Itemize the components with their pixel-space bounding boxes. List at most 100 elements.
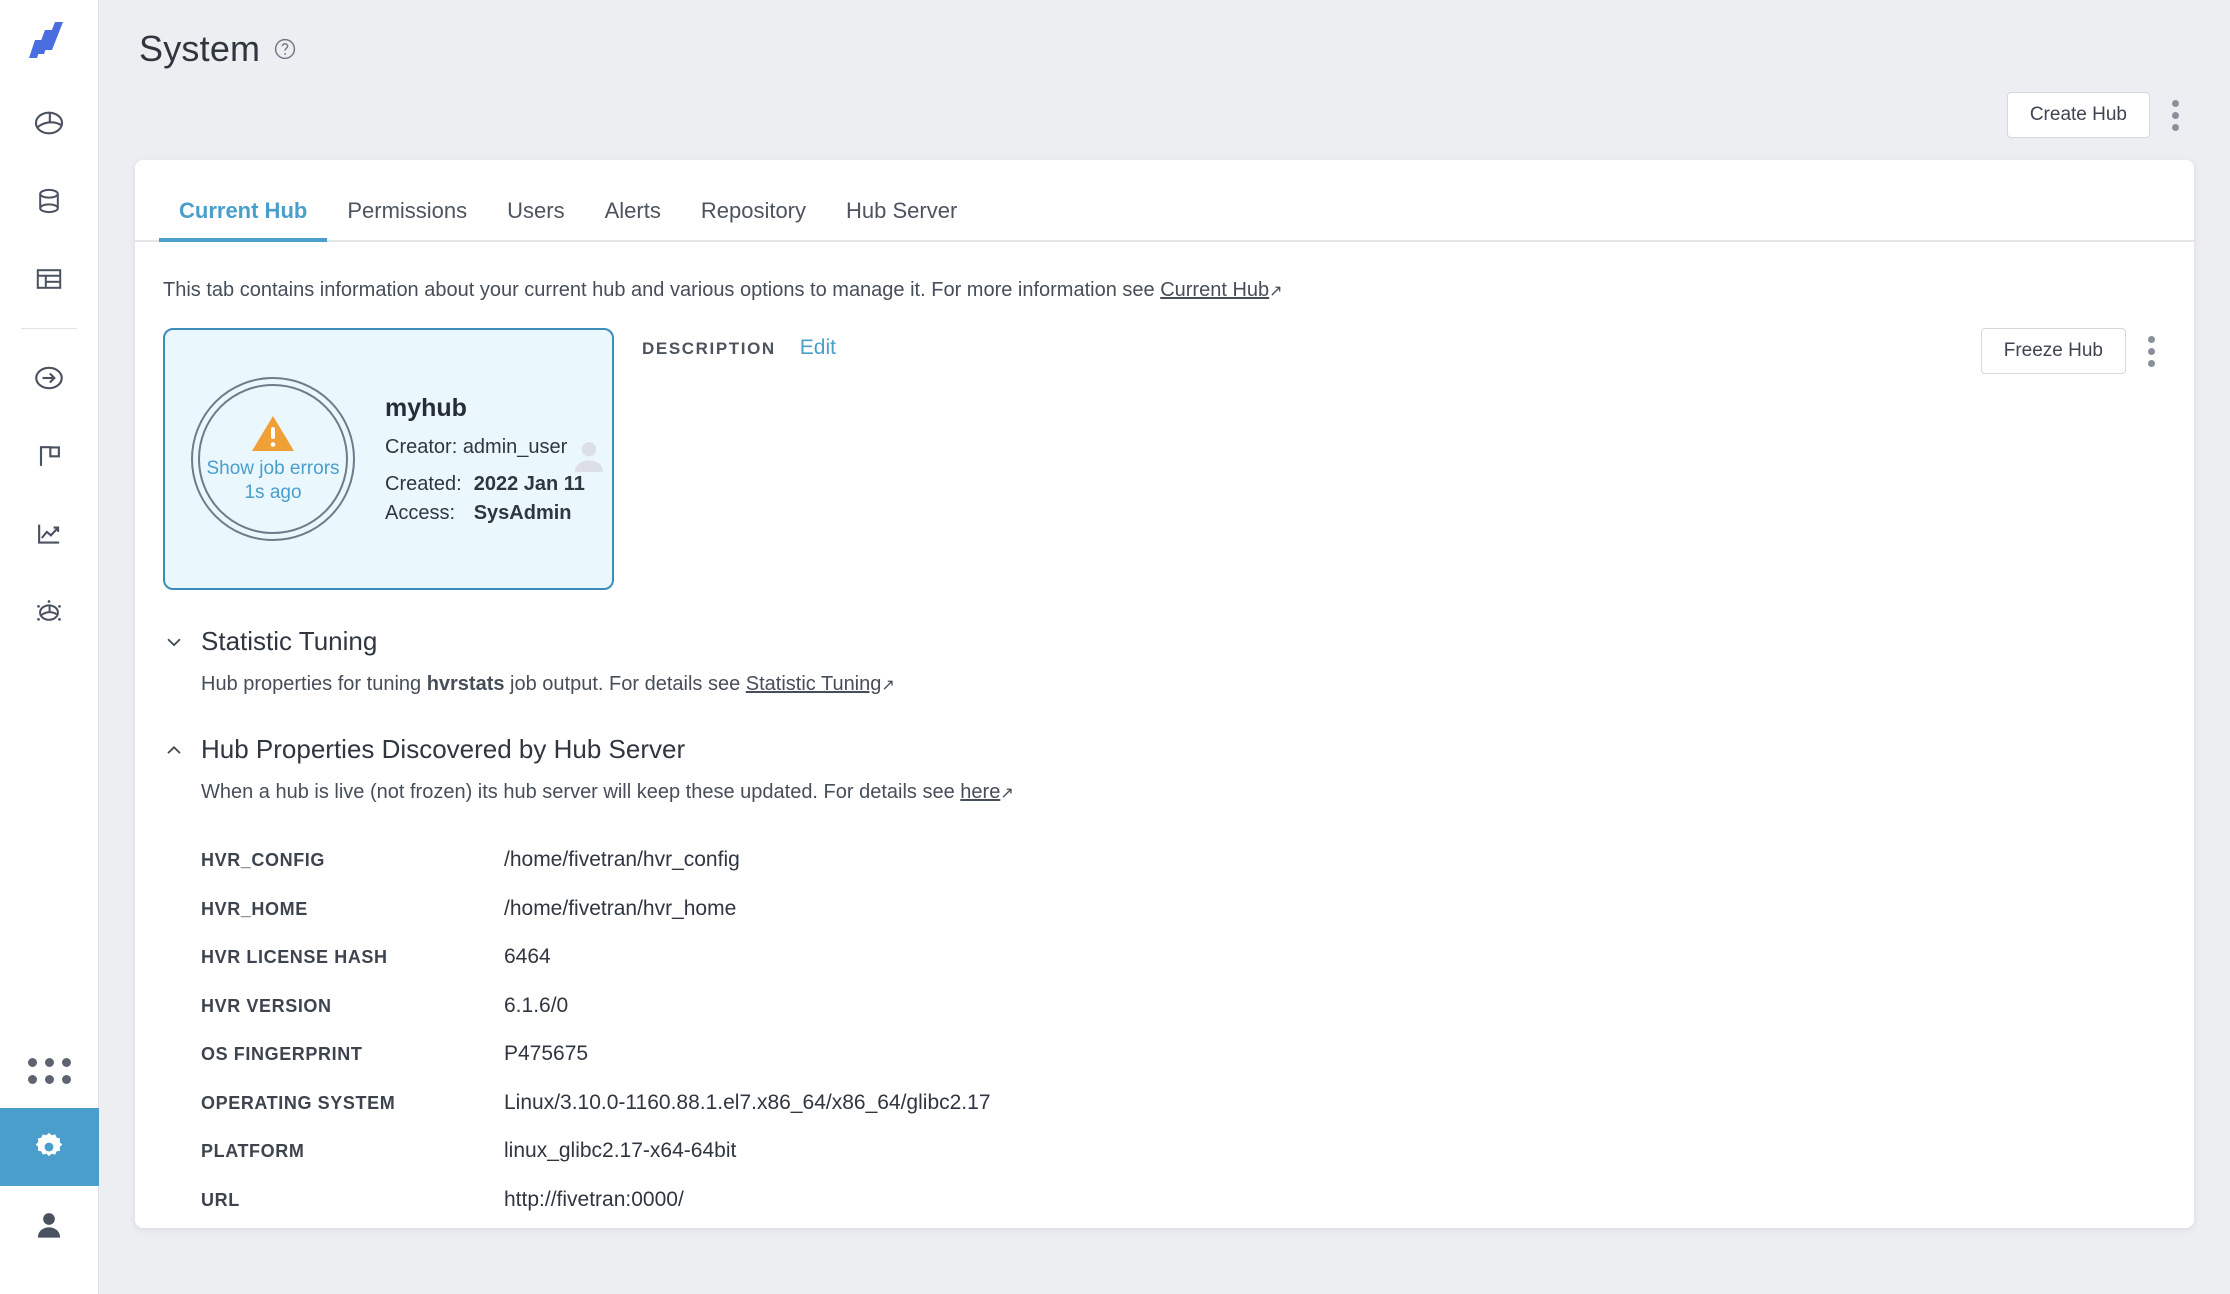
flag-icon	[39, 446, 60, 466]
hub-card-actions: Freeze Hub	[1980, 328, 2170, 374]
page-title-row: System	[139, 28, 2190, 70]
page-header: System Create Hub	[99, 0, 2230, 160]
description-label: DESCRIPTION	[642, 339, 776, 358]
tab-hub-server[interactable]: Hub Server	[826, 200, 977, 240]
statistics-icon	[38, 524, 60, 544]
statistic-tuning-doc-link[interactable]: Statistic Tuning	[746, 673, 882, 695]
section-statistic-tuning-header[interactable]: Statistic Tuning	[163, 626, 2166, 657]
hub-properties-doc-link[interactable]: here	[960, 781, 1000, 803]
tab-description: This tab contains information about your…	[163, 242, 2166, 304]
property-key: HVR VERSION	[201, 995, 332, 1016]
edit-description-link[interactable]: Edit	[800, 336, 836, 360]
hub-status-ring: Show job errors 1s ago	[191, 377, 355, 541]
chevron-up-icon	[167, 745, 181, 754]
property-key: OPERATING SYSTEM	[201, 1092, 396, 1113]
freeze-hub-button[interactable]: Freeze Hub	[1980, 328, 2126, 374]
main-area: System Create Hub Current Hub Permission…	[99, 0, 2230, 1294]
sidebar-item-system[interactable]	[0, 1108, 99, 1186]
section-hub-properties-header[interactable]: Hub Properties Discovered by Hub Server	[163, 734, 2166, 765]
hub-properties-table: HVR_CONFIG /home/fivetran/hvr_config HVR…	[201, 836, 2166, 1224]
fivetran-logo-icon	[29, 22, 63, 58]
content-panel-wrap: Current Hub Permissions Users Alerts Rep…	[99, 160, 2230, 1294]
tab-users[interactable]: Users	[487, 200, 584, 240]
sidebar-item-account[interactable]	[0, 1186, 99, 1264]
create-hub-button[interactable]: Create Hub	[2006, 92, 2150, 138]
user-icon	[37, 1213, 61, 1238]
sidebar-item-locations[interactable]	[0, 162, 99, 240]
property-value: P475675	[504, 1042, 589, 1065]
section-hub-properties: Hub Properties Discovered by Hub Server …	[163, 734, 2166, 1224]
app-root: System Create Hub Current Hub Permission…	[0, 0, 2230, 1294]
section-hub-properties-desc: When a hub is live (not frozen) its hub …	[201, 778, 2166, 806]
show-job-errors-link[interactable]: Show job errors	[206, 458, 339, 480]
section-hub-properties-title: Hub Properties Discovered by Hub Server	[201, 734, 686, 764]
property-key: PLATFORM	[201, 1141, 305, 1161]
help-circle-icon[interactable]	[273, 37, 297, 61]
sidebar-item-apps[interactable]	[0, 1034, 99, 1108]
sidebar-item-dashboard[interactable]	[0, 84, 99, 162]
user-avatar-icon	[575, 441, 603, 472]
apps-grid-icon	[27, 1058, 71, 1084]
property-value: /home/fivetran/hvr_home	[504, 896, 737, 920]
section-statistic-tuning-desc: Hub properties for tuning hvrstats job o…	[201, 670, 2166, 698]
section-statistic-tuning-title: Statistic Tuning	[201, 626, 378, 656]
tab-current-hub[interactable]: Current Hub	[159, 200, 328, 242]
hub-access-value: SysAdmin	[473, 501, 572, 524]
hub-creator-value: admin_user	[462, 435, 568, 458]
app-logo[interactable]	[0, 0, 98, 84]
property-key: HVR_CONFIG	[201, 850, 326, 870]
initialize-icon	[35, 366, 63, 390]
panel-body: This tab contains information about your…	[135, 242, 2194, 1224]
sidebar-item-initialize[interactable]	[0, 339, 99, 417]
hub-name: myhub	[385, 393, 467, 422]
sidebar-item-events[interactable]	[0, 417, 99, 495]
sidebar-item-channels[interactable]	[0, 240, 99, 318]
sidebar-item-insights[interactable]	[0, 573, 99, 651]
hub-overflow-menu-icon[interactable]	[2132, 328, 2170, 374]
hub-status-time: 1s ago	[244, 482, 302, 503]
hub-summary-row: Show job errors 1s ago myhub Creator: ad…	[163, 328, 2166, 590]
hubprops-desc-pre: When a hub is live (not frozen) its hub …	[201, 781, 961, 803]
external-link-arrow-icon: ↗	[881, 677, 895, 694]
insights-icon	[37, 600, 61, 621]
gear-icon	[35, 1132, 63, 1157]
stat-desc-post: job output. For details see	[504, 673, 746, 695]
header-actions: Create Hub	[2006, 92, 2194, 138]
tab-repository[interactable]: Repository	[681, 200, 826, 240]
content-panel: Current Hub Permissions Users Alerts Rep…	[135, 160, 2194, 1228]
property-key: HVR LICENSE HASH	[201, 947, 388, 967]
tab-permissions[interactable]: Permissions	[327, 200, 487, 240]
dashboard-icon	[34, 111, 64, 135]
header-overflow-menu-icon[interactable]	[2156, 92, 2194, 138]
property-value: /home/fivetran/hvr_config	[504, 848, 740, 871]
table-icon	[36, 269, 62, 289]
section-statistic-tuning: Statistic Tuning Hub properties for tuni…	[163, 626, 2166, 698]
page-title: System	[139, 28, 261, 69]
description-block: DESCRIPTION Edit Freeze Hub	[642, 328, 2166, 374]
hub-status-content: Show job errors 1s ago	[206, 414, 340, 505]
sidebar-divider	[21, 328, 77, 329]
hub-creator: Creator: admin_user	[385, 436, 596, 459]
warning-triangle-icon	[252, 415, 294, 451]
property-value: linux_glibc2.17-x64-64bit	[504, 1139, 737, 1162]
property-key: URL	[201, 1189, 240, 1210]
hub-info: myhub Creator: admin_user Created: 2022 …	[385, 394, 612, 525]
database-icon	[39, 188, 59, 214]
tab-alerts[interactable]: Alerts	[585, 200, 681, 240]
description-header: DESCRIPTION Edit	[642, 336, 2166, 360]
property-value: 6.1.6/0	[504, 993, 569, 1017]
hub-card[interactable]: Show job errors 1s ago myhub Creator: ad…	[163, 328, 614, 590]
sidebar-item-statistics[interactable]	[0, 495, 99, 573]
property-value: http://fivetran:0000/	[504, 1187, 684, 1211]
external-link-arrow-icon: ↗	[1269, 283, 1283, 300]
stat-desc-pre: Hub properties for tuning	[201, 673, 427, 695]
tab-bar: Current Hub Permissions Users Alerts Rep…	[135, 160, 2194, 242]
stat-desc-bold: hvrstats	[426, 673, 505, 695]
tab-description-text: This tab contains information about your…	[163, 279, 1161, 301]
property-key: OS FINGERPRINT	[201, 1044, 363, 1064]
hub-access-label: Access:	[385, 501, 456, 524]
property-key: HVR_HOME	[201, 898, 308, 919]
external-link-arrow-icon: ↗	[1000, 785, 1014, 802]
chevron-down-icon	[167, 638, 181, 646]
current-hub-doc-link[interactable]: Current Hub	[1160, 279, 1269, 301]
